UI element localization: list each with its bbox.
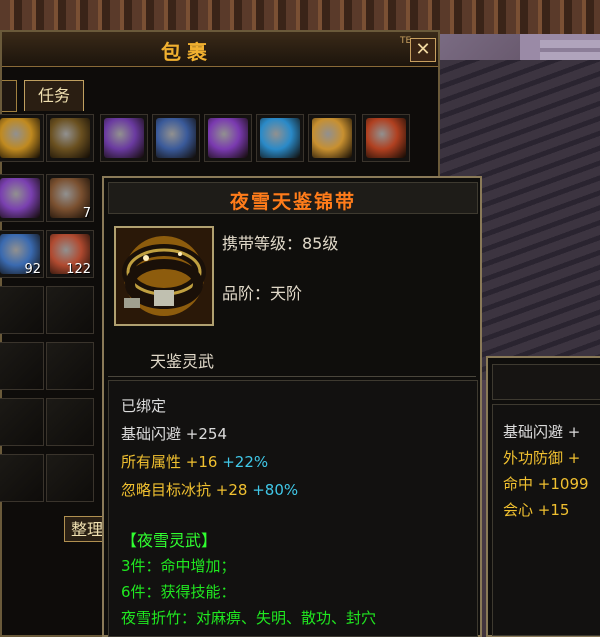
- tooltip-title-bar: 夜雪天鉴锦带: [108, 182, 478, 214]
- compare-stat-hit: 命中 +1099: [503, 475, 589, 493]
- inventory-slot-empty[interactable]: [0, 342, 44, 390]
- inventory-slot-empty[interactable]: [0, 398, 44, 446]
- item-grade: 品阶：天阶: [222, 284, 303, 303]
- item-quantity: 92: [24, 262, 41, 277]
- set-bonus-header: 【夜雪灵武】: [121, 531, 218, 550]
- compare-stats-panel: 基础闪避 + 外功防御 + 命中 +1099 会心 +15: [492, 404, 600, 636]
- inventory-slot-empty[interactable]: [46, 286, 94, 334]
- gold-charm-icon: [0, 118, 40, 158]
- set-skill-description: 夜雪折竹：对麻痹、失明、散功、封穴: [121, 609, 377, 627]
- compare-stat-defense: 外功防御 +: [503, 449, 581, 467]
- compass-icon: [312, 118, 352, 158]
- item-quantity: 7: [82, 206, 91, 221]
- compare-stat-crit: 会心 +15: [503, 501, 570, 519]
- scroll-book-icon: [366, 118, 406, 158]
- inventory-slot-empty[interactable]: [46, 454, 94, 502]
- ice-spear-icon: [156, 118, 196, 158]
- item-name: 夜雪天鉴锦带: [229, 191, 356, 213]
- background-roof-eaves: [0, 0, 600, 34]
- compare-header: [492, 364, 600, 400]
- inventory-slot[interactable]: 7: [46, 174, 94, 222]
- jade-ring-icon: [50, 118, 90, 158]
- set-bonus-3: 3件：命中增加；: [121, 557, 236, 575]
- inventory-slot[interactable]: [362, 114, 410, 162]
- inventory-slot-empty[interactable]: [46, 398, 94, 446]
- inventory-slot[interactable]: [0, 114, 44, 162]
- belt-item-icon: [114, 226, 214, 326]
- close-button[interactable]: ✕: [410, 38, 436, 62]
- inventory-slot[interactable]: 92: [0, 230, 44, 278]
- equipped-compare-tooltip: 基础闪避 + 外功防御 + 命中 +1099 会心 +15: [486, 356, 600, 637]
- item-quantity: 122: [66, 262, 91, 277]
- divider: [108, 376, 476, 377]
- bag-title-bar[interactable]: 包裹 TE ✕: [2, 32, 438, 67]
- inventory-slot[interactable]: [0, 174, 44, 222]
- inventory-slot-empty[interactable]: [0, 454, 44, 502]
- violet-blade-icon: [208, 118, 248, 158]
- inventory-slot[interactable]: [152, 114, 200, 162]
- carry-level: 携带等级：85级: [222, 234, 339, 253]
- set-bonus-6: 6件：获得技能：: [121, 583, 236, 601]
- stat-all-attributes: 所有属性 +16 +22%: [121, 453, 269, 471]
- compare-stat-dodge: 基础闪避 +: [503, 423, 581, 441]
- stat-dodge: 基础闪避 +254: [121, 425, 227, 443]
- tab-task[interactable]: 任务: [24, 80, 84, 111]
- bag-title: 包裹: [161, 40, 213, 64]
- inventory-slot-empty[interactable]: [0, 286, 44, 334]
- stat-ignore-ice-resist: 忽略目标冰抗 +28 +80%: [121, 481, 299, 499]
- tab-previous[interactable]: [2, 80, 17, 112]
- tooltip-stats-panel: 已绑定 基础闪避 +254 所有属性 +16 +22% 忽略目标冰抗 +28 +…: [108, 380, 478, 637]
- inventory-slot[interactable]: [46, 114, 94, 162]
- item-tooltip: 夜雪天鉴锦带 携带等级：85级 品阶：天阶 天鉴灵武 已绑定 基础闪避 +254…: [102, 176, 482, 637]
- bound-status: 已绑定: [121, 397, 167, 415]
- purple-cloth-icon: [0, 178, 40, 218]
- set-name: 天鉴灵武: [150, 352, 215, 371]
- inventory-slot[interactable]: 122: [46, 230, 94, 278]
- inventory-slot[interactable]: [204, 114, 252, 162]
- inventory-slot[interactable]: [100, 114, 148, 162]
- inventory-slot[interactable]: [256, 114, 304, 162]
- inventory-slot-empty[interactable]: [46, 342, 94, 390]
- inventory-slot[interactable]: [308, 114, 356, 162]
- purple-blade-icon: [104, 118, 144, 158]
- frost-crystal-icon: [260, 118, 300, 158]
